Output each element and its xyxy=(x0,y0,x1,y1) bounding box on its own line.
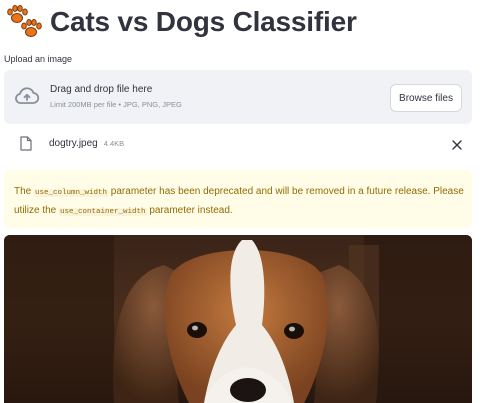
page-title: Cats vs Dogs Classifier xyxy=(50,6,357,37)
paw-prints-icon xyxy=(4,4,44,40)
dropzone-limit-text: Limit 200MB per file • JPG, PNG, JPEG xyxy=(50,100,182,109)
cloud-upload-icon xyxy=(14,86,40,111)
code-use-column-width: use_column_width xyxy=(34,189,109,197)
warning-text: The use_column_width parameter has been … xyxy=(14,186,464,216)
remove-file-close-icon[interactable] xyxy=(452,137,462,155)
file-name: dogtry.jpeg xyxy=(49,138,98,149)
beagle-puppy-image xyxy=(4,235,472,403)
code-use-container-width: use_container_width xyxy=(59,208,147,216)
file-dropzone[interactable]: Drag and drop file here Limit 200MB per … xyxy=(4,70,472,124)
file-icon xyxy=(20,136,32,156)
uploaded-file-row: dogtry.jpeg 4.4KB xyxy=(4,132,472,156)
dropzone-title: Drag and drop file here xyxy=(50,84,153,95)
file-size: 4.4KB xyxy=(103,139,125,148)
deprecation-warning: The use_column_width parameter has been … xyxy=(4,170,472,228)
uploader-label: Upload an image xyxy=(4,54,73,64)
browse-files-button[interactable]: Browse files xyxy=(390,84,462,112)
page-header: Cats vs Dogs Classifier xyxy=(4,4,357,40)
